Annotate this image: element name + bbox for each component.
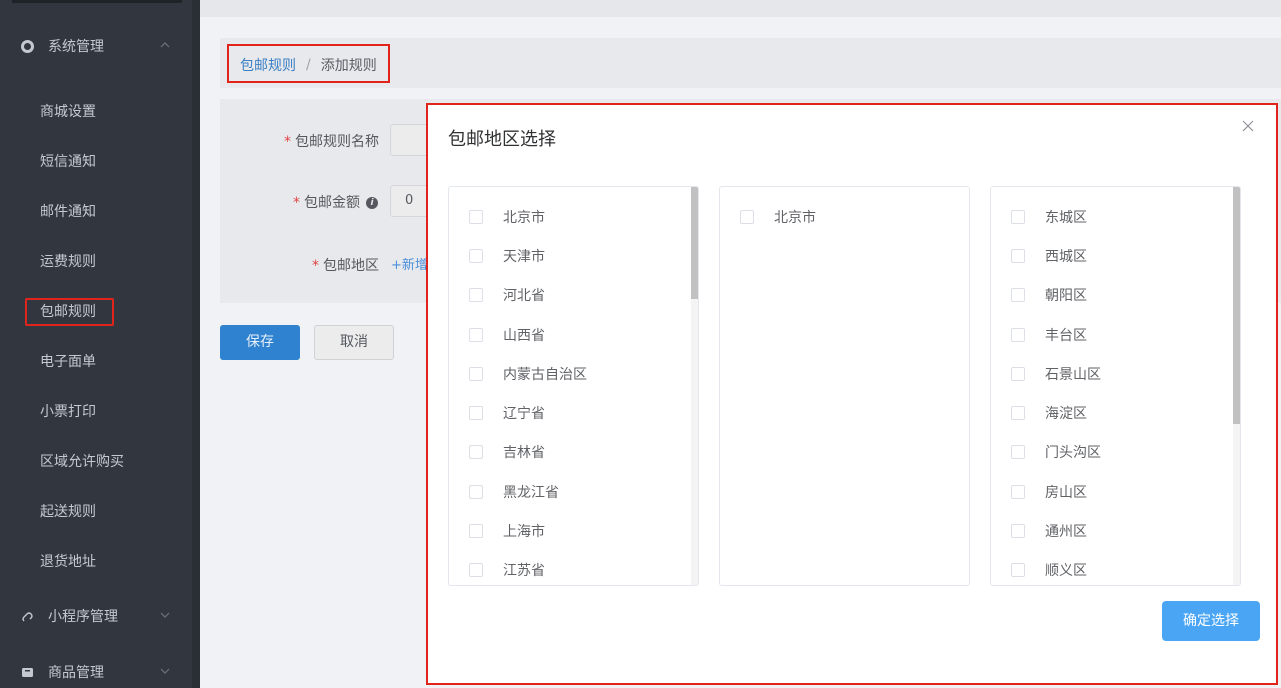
checkbox[interactable] xyxy=(469,485,483,499)
sidebar-group-system[interactable]: 系统管理 xyxy=(20,36,104,56)
confirm-selection-button[interactable]: 确定选择 xyxy=(1162,601,1260,641)
list-item[interactable]: 顺义区 xyxy=(1011,560,1087,580)
sidebar-group-miniprogram[interactable]: 小程序管理 xyxy=(20,606,118,626)
list-item[interactable]: 山西省 xyxy=(469,325,545,345)
district-list[interactable]: 东城区 西城区 朝阳区 丰台区 石景山区 海淀区 门头沟区 房山区 通州区 顺义… xyxy=(990,186,1241,586)
checkbox[interactable] xyxy=(1011,445,1025,459)
list-item[interactable]: 北京市 xyxy=(469,207,545,227)
active-item-highlight xyxy=(25,298,114,326)
sidebar-item-email-notify[interactable]: 邮件通知 xyxy=(40,202,96,222)
sidebar-item-return-address[interactable]: 退货地址 xyxy=(40,552,96,572)
province-scrollbar[interactable] xyxy=(691,187,698,585)
list-item[interactable]: 黑龙江省 xyxy=(469,482,559,502)
province-list[interactable]: 北京市 天津市 河北省 山西省 内蒙古自治区 辽宁省 吉林省 黑龙江省 上海市 … xyxy=(448,186,699,586)
checkbox[interactable] xyxy=(1011,210,1025,224)
checkbox[interactable] xyxy=(469,328,483,342)
checkbox[interactable] xyxy=(1011,485,1025,499)
add-region-link[interactable]: +新增 xyxy=(391,254,428,273)
list-item[interactable]: 辽宁省 xyxy=(469,403,545,423)
list-item[interactable]: 内蒙古自治区 xyxy=(469,364,587,384)
checkbox[interactable] xyxy=(1011,563,1025,577)
list-item[interactable]: 吉林省 xyxy=(469,442,545,462)
amount-label: * 包邮金额 i xyxy=(293,192,378,212)
city-list[interactable]: 北京市 xyxy=(719,186,970,586)
sidebar-group-label: 小程序管理 xyxy=(48,609,118,625)
sidebar-item-sms-notify[interactable]: 短信通知 xyxy=(40,152,96,172)
region-label: * 包邮地区 xyxy=(312,258,379,274)
list-item[interactable]: 东城区 xyxy=(1011,207,1087,227)
list-item[interactable]: 河北省 xyxy=(469,285,545,305)
sidebar-item-shipping-rules[interactable]: 运费规则 xyxy=(40,252,96,272)
checkbox[interactable] xyxy=(469,406,483,420)
checkbox[interactable] xyxy=(469,445,483,459)
checkbox[interactable] xyxy=(469,249,483,263)
box-icon xyxy=(20,665,34,679)
district-scrollbar[interactable] xyxy=(1233,187,1240,585)
sidebar-group-label: 商品管理 xyxy=(48,665,104,681)
checkbox[interactable] xyxy=(469,563,483,577)
checkbox[interactable] xyxy=(469,288,483,302)
dialog-title: 包邮地区选择 xyxy=(448,129,556,150)
checkbox[interactable] xyxy=(1011,406,1025,420)
sidebar: 系统管理 商城设置 短信通知 邮件通知 运费规则 包邮规则 电子面单 小票打印 … xyxy=(0,0,200,688)
checkbox[interactable] xyxy=(469,367,483,381)
list-item[interactable]: 门头沟区 xyxy=(1011,442,1101,462)
list-item[interactable]: 通州区 xyxy=(1011,521,1087,541)
list-item[interactable]: 西城区 xyxy=(1011,246,1087,266)
sidebar-top-divider xyxy=(12,0,182,3)
sidebar-group-label: 系统管理 xyxy=(48,39,104,55)
chevron-up-icon[interactable] xyxy=(160,40,170,50)
checkbox[interactable] xyxy=(469,524,483,538)
list-item[interactable]: 上海市 xyxy=(469,521,545,541)
list-item[interactable]: 石景山区 xyxy=(1011,364,1101,384)
checkbox[interactable] xyxy=(1011,367,1025,381)
close-icon[interactable] xyxy=(1240,119,1256,135)
amount-input[interactable]: 0 xyxy=(390,185,430,217)
scrollbar-thumb[interactable] xyxy=(691,187,698,299)
chevron-down-icon[interactable] xyxy=(160,666,170,676)
checkbox[interactable] xyxy=(1011,288,1025,302)
checkbox[interactable] xyxy=(1011,328,1025,342)
sidebar-item-e-waybill[interactable]: 电子面单 xyxy=(40,352,96,372)
scrollbar-thumb[interactable] xyxy=(1233,187,1240,424)
sidebar-item-mall-settings[interactable]: 商城设置 xyxy=(40,102,96,122)
checkbox[interactable] xyxy=(1011,249,1025,263)
checkbox[interactable] xyxy=(469,210,483,224)
sidebar-group-products[interactable]: 商品管理 xyxy=(20,662,104,682)
link-icon xyxy=(20,609,34,623)
sidebar-item-region-purchase[interactable]: 区域允许购买 xyxy=(40,452,124,472)
rule-name-input[interactable] xyxy=(390,124,430,156)
breadcrumb-highlight xyxy=(227,44,390,83)
gear-icon xyxy=(20,39,34,53)
list-item[interactable]: 海淀区 xyxy=(1011,403,1087,423)
save-button[interactable]: 保存 xyxy=(220,325,300,360)
rule-name-label: * 包邮规则名称 xyxy=(284,134,379,150)
region-select-dialog: 包邮地区选择 北京市 天津市 河北省 山西省 内蒙古自治区 辽宁省 吉林省 黑龙… xyxy=(426,103,1278,685)
cancel-button[interactable]: 取消 xyxy=(314,325,394,360)
info-icon[interactable]: i xyxy=(366,197,378,209)
chevron-down-icon[interactable] xyxy=(160,610,170,620)
list-item[interactable]: 丰台区 xyxy=(1011,325,1087,345)
checkbox[interactable] xyxy=(1011,524,1025,538)
sidebar-item-min-delivery[interactable]: 起送规则 xyxy=(40,502,96,522)
list-item[interactable]: 房山区 xyxy=(1011,482,1087,502)
list-item[interactable]: 江苏省 xyxy=(469,560,545,580)
list-item[interactable]: 朝阳区 xyxy=(1011,285,1087,305)
list-item[interactable]: 北京市 xyxy=(740,207,816,227)
sidebar-item-receipt-print[interactable]: 小票打印 xyxy=(40,402,96,422)
sidebar-scrollbar[interactable] xyxy=(192,0,200,688)
checkbox[interactable] xyxy=(740,210,754,224)
list-item[interactable]: 天津市 xyxy=(469,246,545,266)
top-header xyxy=(200,0,1281,17)
